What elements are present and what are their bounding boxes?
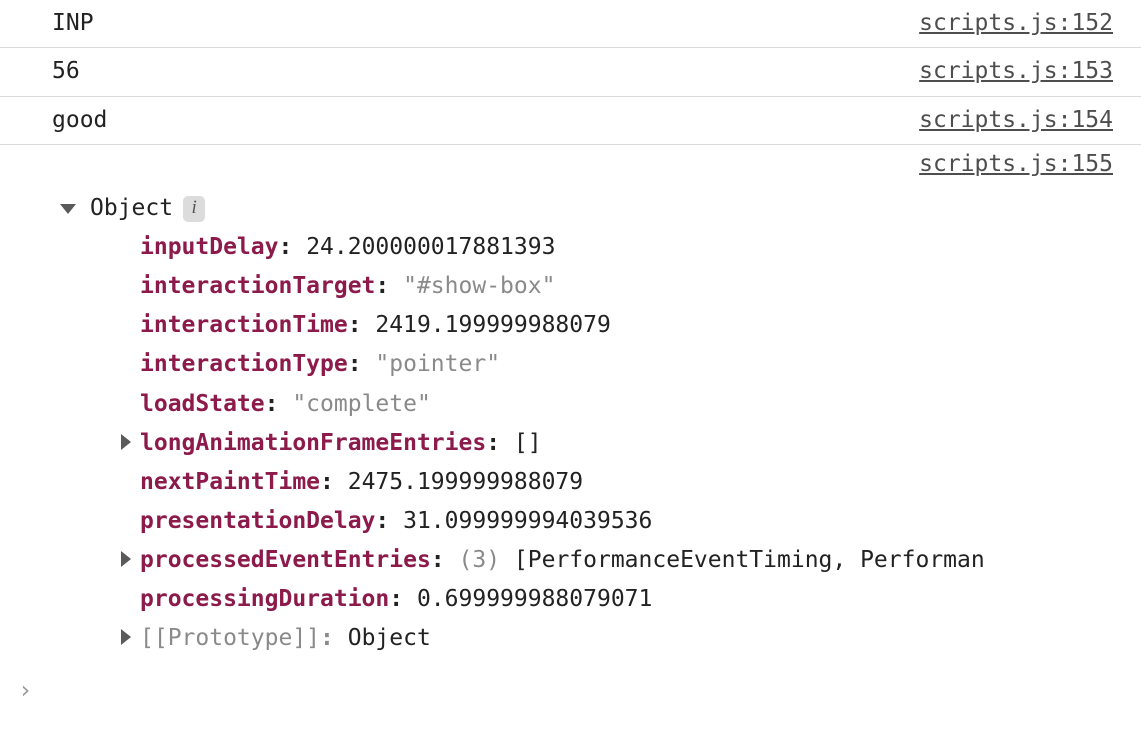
property-key: interactionTarget: [140, 267, 375, 306]
source-link[interactable]: scripts.js:153: [919, 55, 1113, 88]
property-value: []: [514, 424, 542, 463]
source-link[interactable]: scripts.js:152: [919, 7, 1113, 40]
property-row[interactable]: nextPaintTime: 2475.199999988079: [118, 463, 1113, 502]
console-row: INP scripts.js:152: [0, 0, 1141, 48]
property-key: presentationDelay: [140, 502, 375, 541]
property-row[interactable]: processedEventEntries: (3) [PerformanceE…: [118, 541, 1113, 580]
property-value: 0.699999988079071: [417, 580, 652, 619]
property-value: 2419.199999988079: [375, 306, 610, 345]
source-link[interactable]: scripts.js:154: [919, 104, 1113, 137]
property-row[interactable]: presentationDelay: 31.099999994039536: [118, 502, 1113, 541]
console-row: scripts.js:155: [0, 145, 1141, 177]
object-properties: inputDelay: 24.200000017881393 interacti…: [60, 228, 1113, 658]
property-value: 2475.199999988079: [348, 463, 583, 502]
property-key: processingDuration: [140, 580, 389, 619]
disclosure-triangle-icon[interactable]: [121, 629, 131, 645]
console-panel: INP scripts.js:152 56 scripts.js:153 goo…: [0, 0, 1141, 704]
source-link[interactable]: scripts.js:155: [919, 151, 1113, 177]
property-value: "pointer": [375, 345, 500, 384]
console-row: good scripts.js:154: [0, 97, 1141, 145]
console-message: 56: [52, 55, 919, 88]
property-row[interactable]: inputDelay: 24.200000017881393: [118, 228, 1113, 267]
property-row[interactable]: loadState: "complete": [118, 385, 1113, 424]
info-icon[interactable]: i: [183, 196, 205, 222]
disclosure-triangle-icon[interactable]: [121, 551, 131, 567]
chevron-right-icon: ›: [18, 676, 32, 704]
console-message: good: [52, 104, 919, 137]
disclosure-triangle-icon[interactable]: [60, 204, 76, 214]
property-key: longAnimationFrameEntries: [140, 424, 486, 463]
property-key: processedEventEntries: [140, 541, 431, 580]
property-key: inputDelay: [140, 228, 278, 267]
object-label: Object: [90, 189, 173, 228]
property-row[interactable]: interactionType: "pointer": [118, 345, 1113, 384]
property-row[interactable]: interactionTarget: "#show-box": [118, 267, 1113, 306]
object-header[interactable]: Object i: [60, 189, 1113, 228]
array-count: (3): [459, 541, 501, 580]
console-row: 56 scripts.js:153: [0, 48, 1141, 96]
object-entry: Object i inputDelay: 24.200000017881393 …: [0, 177, 1141, 670]
console-prompt[interactable]: ›: [0, 670, 1141, 704]
property-row[interactable]: longAnimationFrameEntries: []: [118, 424, 1113, 463]
property-value: "#show-box": [403, 267, 555, 306]
disclosure-triangle-icon[interactable]: [121, 434, 131, 450]
property-key: interactionType: [140, 345, 348, 384]
property-row[interactable]: interactionTime: 2419.199999988079: [118, 306, 1113, 345]
property-value: [PerformanceEventTiming, Performan: [514, 541, 985, 580]
console-message: INP: [52, 7, 919, 40]
property-value: "complete": [292, 385, 430, 424]
property-key: loadState: [140, 385, 265, 424]
property-value: 24.200000017881393: [306, 228, 555, 267]
property-key: nextPaintTime: [140, 463, 320, 502]
property-row[interactable]: [[Prototype]]: Object: [118, 619, 1113, 658]
property-value: 31.099999994039536: [403, 502, 652, 541]
property-row[interactable]: processingDuration: 0.699999988079071: [118, 580, 1113, 619]
prototype-key: [[Prototype]]: [140, 619, 320, 658]
property-key: interactionTime: [140, 306, 348, 345]
property-value: Object: [348, 619, 431, 658]
